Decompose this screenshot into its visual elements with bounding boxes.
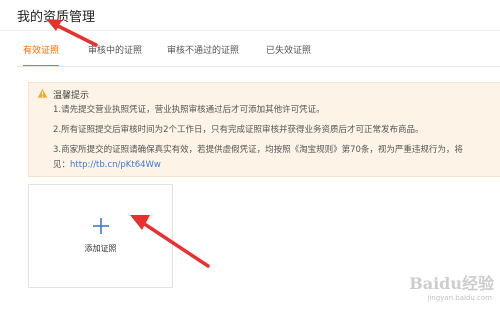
tab-bar: 有效证照 审核中的证照 审核不通过的证照 已失效证照	[17, 40, 500, 67]
warning-icon	[37, 88, 48, 98]
notice-line-4: 见：http://tb.cn/pKt64Ww	[53, 158, 161, 170]
tab-divider	[17, 66, 500, 67]
rules-link[interactable]: http://tb.cn/pKt64Ww	[70, 160, 161, 170]
notice-title: 温馨提示	[53, 91, 90, 101]
notice-panel: 温馨提示 1.请先提交营业执照凭证，营业执照审核通过后才可添加其他许可凭证。 2…	[28, 82, 500, 177]
watermark-text: Baidu经验	[409, 274, 494, 293]
tab-expired[interactable]: 已失效证照	[266, 40, 311, 65]
add-certificate-label: 添加证照	[84, 244, 117, 253]
plus-icon	[93, 218, 109, 234]
notice-line-2: 2.所有证照提交后审核时间为2个工作日，只有完成证照审核并获得业务资质后才可正常…	[53, 125, 424, 135]
notice-line-4-prefix: 见：	[53, 160, 71, 170]
notice-line-1: 1.请先提交营业执照凭证，营业执照审核通过后才可添加其他许可凭证。	[53, 105, 325, 115]
tab-under-review[interactable]: 审核中的证照	[88, 40, 142, 65]
add-certificate-button[interactable]: 添加证照	[28, 184, 173, 288]
page-title: 我的资质管理	[17, 10, 96, 25]
notice-line-3: 3.商家所提交的证照请确保真实有效，若提供虚假凭证，均按照《淘宝规则》第70条，…	[53, 145, 463, 155]
watermark-url: jingyan.baidu.com	[427, 294, 492, 302]
header-divider	[0, 30, 500, 31]
baidu-jingyan-watermark: Baidu经验 jingyan.baidu.com	[364, 270, 494, 310]
tab-valid[interactable]: 有效证照	[23, 40, 60, 67]
tab-rejected[interactable]: 审核不通过的证照	[167, 40, 239, 65]
